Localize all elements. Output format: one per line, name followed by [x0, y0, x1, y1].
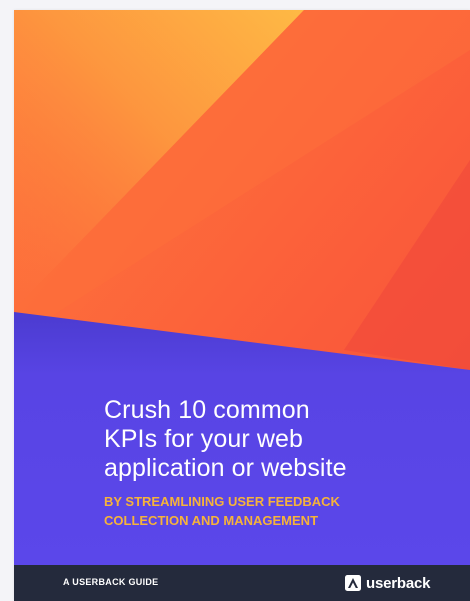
userback-logo-icon [345, 575, 361, 591]
guide-label: A USERBACK GUIDE [63, 577, 159, 587]
cover-subtitle-line: BY STREAMLINING USER FEEDBACK [104, 494, 340, 509]
brand-logo: userback [345, 572, 430, 594]
cover-title-line: Crush 10 common [104, 396, 310, 424]
cover-subtitle: BY STREAMLINING USER FEEDBACK COLLECTION… [104, 492, 444, 530]
cover-footer: A USERBACK GUIDE userback [14, 565, 470, 601]
guide-cover: Crush 10 common KPIs for your web applic… [14, 10, 470, 601]
cover-subtitle-line: COLLECTION AND MANAGEMENT [104, 513, 319, 528]
cover-title-line: KPIs for your web [104, 425, 304, 453]
cover-title-line: application or website [104, 454, 347, 482]
page: Crush 10 common KPIs for your web applic… [0, 0, 470, 601]
brand-name: userback [366, 574, 431, 592]
cover-title: Crush 10 common KPIs for your web applic… [104, 396, 444, 483]
